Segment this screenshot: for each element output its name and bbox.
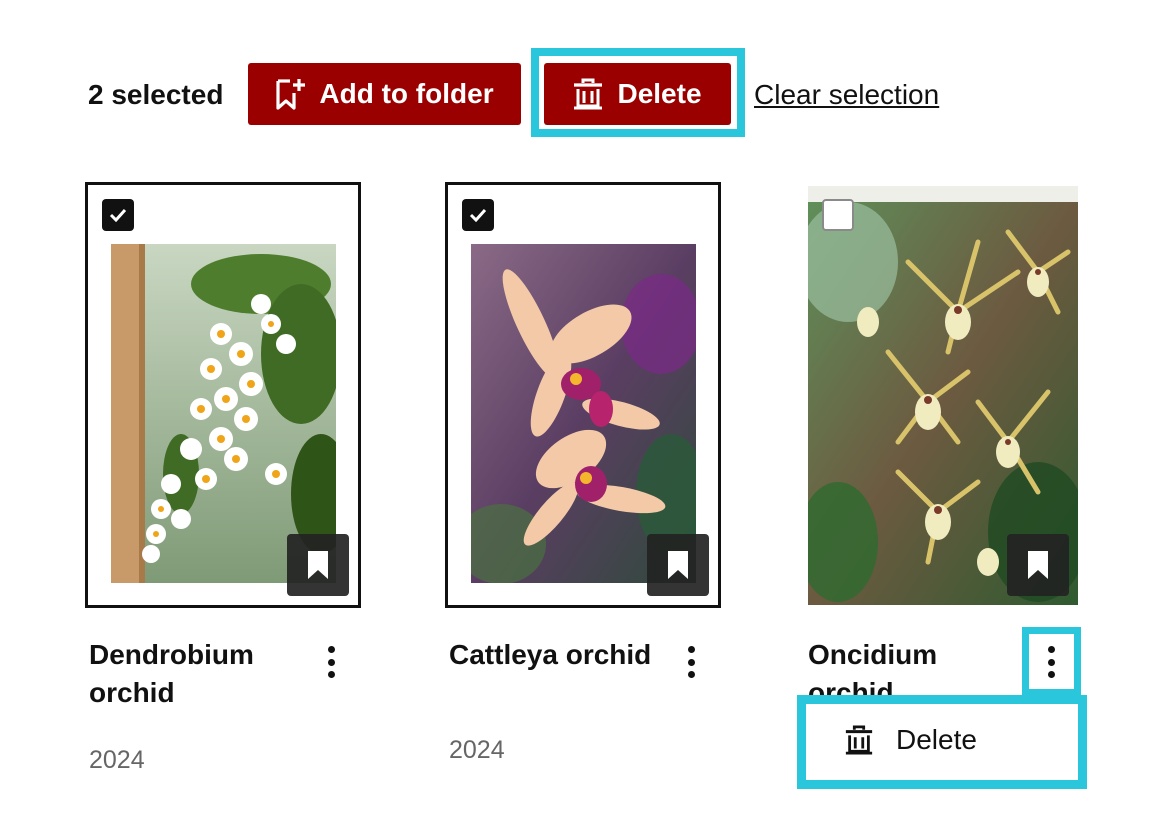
bookmark-icon	[1028, 551, 1048, 579]
dendrobium-photo[interactable]	[111, 244, 336, 583]
more-options-button[interactable]	[679, 644, 703, 680]
check-icon	[469, 208, 487, 222]
trash-icon	[573, 78, 603, 110]
bookmark-add-icon	[275, 77, 306, 111]
card-checkbox[interactable]	[102, 199, 134, 231]
bookmark-icon	[668, 551, 688, 579]
card-checkbox[interactable]	[822, 199, 854, 231]
bookmark-button[interactable]	[287, 534, 349, 596]
more-options-button[interactable]	[319, 644, 343, 680]
context-menu: Delete	[797, 695, 1087, 789]
delete-button[interactable]: Delete	[544, 63, 731, 125]
bookmark-button[interactable]	[1007, 534, 1069, 596]
add-to-folder-button[interactable]: Add to folder	[248, 63, 521, 125]
trash-icon	[844, 725, 874, 755]
menu-item-delete[interactable]: Delete	[844, 724, 977, 756]
more-options-button[interactable]	[1039, 644, 1063, 680]
card-title[interactable]: Cattleya orchid	[449, 636, 659, 674]
menu-item-label: Delete	[896, 724, 977, 755]
selection-count: 2 selected	[88, 79, 224, 110]
check-icon	[109, 208, 127, 222]
card-title[interactable]: Dendrobium orchid	[89, 636, 299, 712]
add-to-folder-label: Add to folder	[319, 78, 494, 109]
card-year: 2024	[449, 736, 505, 764]
card-year: 2024	[89, 746, 145, 774]
cattleya-photo[interactable]	[471, 244, 696, 583]
clear-selection-link[interactable]: Clear selection	[754, 78, 939, 112]
delete-label: Delete	[617, 78, 702, 109]
bookmark-button[interactable]	[647, 534, 709, 596]
bookmark-icon	[308, 551, 328, 579]
card-checkbox[interactable]	[462, 199, 494, 231]
